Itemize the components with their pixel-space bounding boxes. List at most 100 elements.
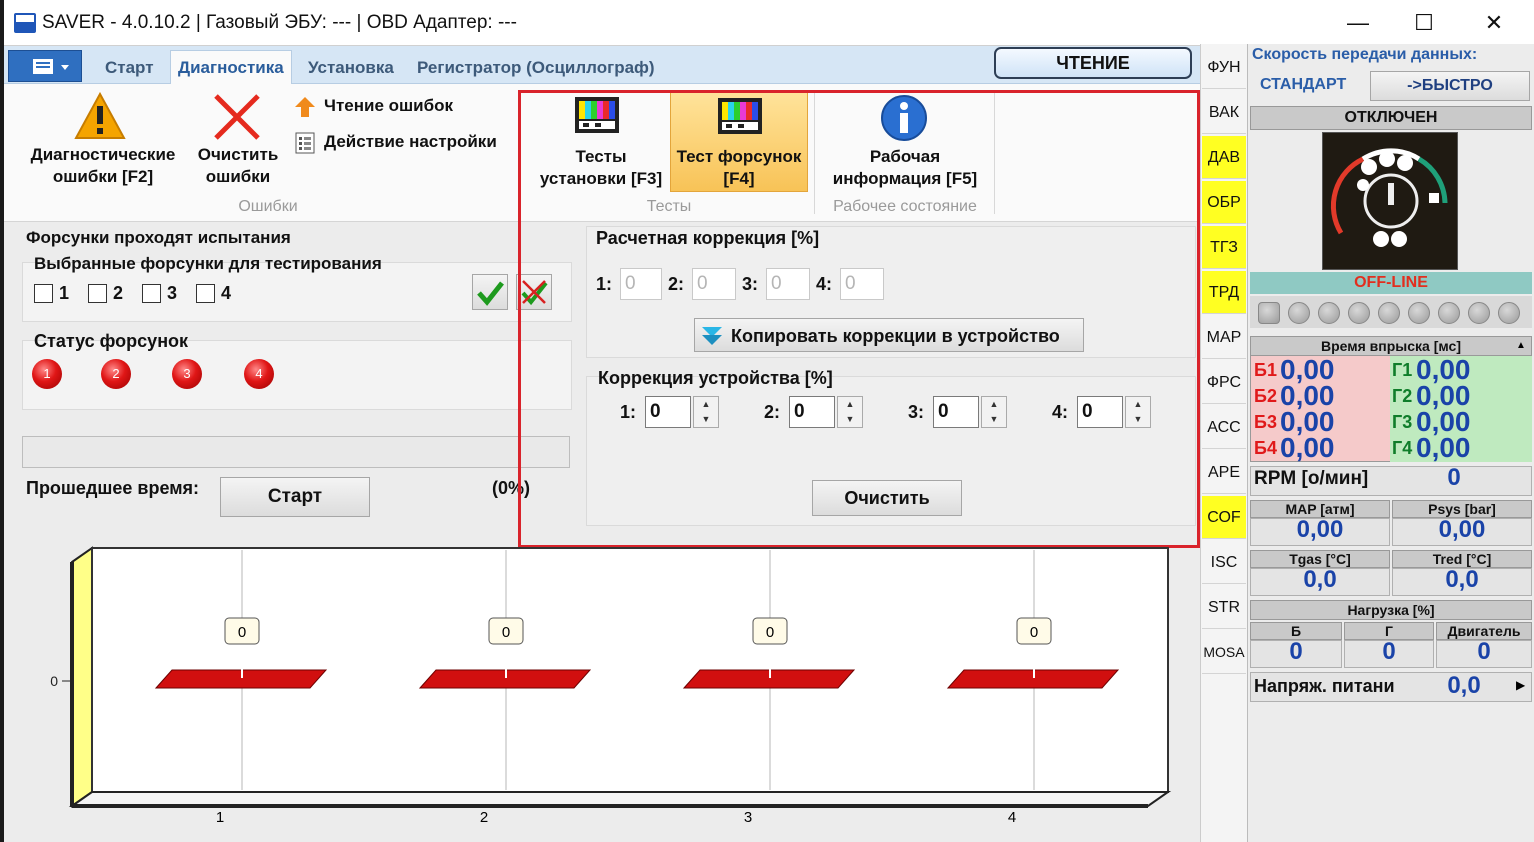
checkbox-label-2: 2: [113, 283, 124, 303]
fast-speed-button[interactable]: ->БЫСТРО: [1370, 71, 1530, 101]
diag-errors-button[interactable]: Диагностические ошибки [F2]: [18, 90, 180, 194]
gas-inj-value-4: 0,00: [1416, 432, 1471, 463]
injector-checkbox-4[interactable]: [196, 284, 215, 303]
connection-status: ОТКЛЮЧЕН: [1250, 106, 1532, 130]
map-value: 0,00: [1296, 516, 1344, 543]
checkbox-label-1: 1: [59, 283, 70, 303]
gas-inj-label-3: Г3: [1392, 412, 1413, 432]
side-tab-14[interactable]: MOSA: [1202, 631, 1246, 674]
side-tab-4[interactable]: ОБР: [1202, 181, 1246, 224]
rpm-value: 0: [1447, 464, 1461, 491]
status-indicator-2: [1288, 302, 1310, 324]
petrol-inj-label-4: Б4: [1254, 438, 1277, 458]
side-tab-7[interactable]: МАР: [1202, 316, 1246, 359]
voltage-label: Напряж. питани: [1254, 676, 1395, 696]
tred-value: 0,0: [1445, 566, 1479, 593]
load-g-value: 0: [1382, 638, 1396, 665]
status-indicator-7: [1438, 302, 1460, 324]
arrow-up-icon: [295, 97, 315, 117]
injection-time-title: Время впрыска [мс]: [1250, 336, 1532, 356]
minimize-button[interactable]: —: [1338, 10, 1378, 36]
load-b-value: 0: [1289, 638, 1303, 665]
chart-data-label-3: 0: [766, 624, 774, 641]
side-tab-12[interactable]: ISC: [1202, 541, 1246, 584]
progress-bar: [22, 436, 570, 468]
side-tab-1[interactable]: ФУН: [1202, 46, 1246, 89]
gas-inj-label-2: Г2: [1392, 386, 1413, 406]
highlight-frame: [518, 90, 1200, 548]
side-tab-11[interactable]: СОF: [1202, 496, 1246, 539]
clear-errors-label-1: Очистить: [197, 145, 279, 164]
menu-icon: [33, 59, 69, 74]
status-indicator-9: [1498, 302, 1520, 324]
read-errors-label: Чтение ошибок: [324, 96, 454, 115]
side-tab-13[interactable]: STR: [1202, 586, 1246, 629]
side-tab-10[interactable]: АРЕ: [1202, 451, 1246, 494]
petrol-inj-label-1: Б1: [1254, 360, 1277, 380]
expand-right-icon[interactable]: ▶: [1516, 678, 1525, 692]
injector-checkbox-3[interactable]: [142, 284, 161, 303]
tab-install[interactable]: Установка: [308, 58, 394, 78]
tab-start[interactable]: Старт: [105, 58, 154, 78]
checkmark-icon: [477, 281, 504, 306]
psys-value: 0,00: [1438, 516, 1486, 543]
side-tab-3[interactable]: ДАВ: [1202, 136, 1246, 179]
status-indicator-5: [1378, 302, 1400, 324]
status-indicator-3: [1318, 302, 1340, 324]
status-indicator-1: [1258, 302, 1280, 324]
speed-title: Скорость передачи данных:: [1252, 46, 1478, 63]
checkbox-label-4: 4: [221, 283, 232, 303]
elapsed-label: Прошедшее время:: [26, 478, 200, 498]
chart-data-label-4: 0: [1030, 624, 1038, 641]
gauge-icon: [1330, 148, 1448, 247]
collapse-icon[interactable]: ▲: [1516, 340, 1526, 351]
group-errors-caption: Ошибки: [238, 198, 298, 215]
warning-icon: [74, 92, 126, 139]
tab-recorder[interactable]: Регистратор (Осциллограф): [417, 58, 655, 78]
setup-action-label: Действие настройки: [324, 132, 497, 151]
chart-left-wall: [71, 546, 93, 808]
app-logo-icon: [14, 13, 36, 33]
side-tab-6[interactable]: ТРД: [1202, 271, 1246, 314]
checkbox-label-3: 3: [167, 283, 178, 303]
injector-status-led-3: 3: [172, 359, 202, 389]
y-tick-0: 0: [50, 673, 58, 689]
tgas-value: 0,0: [1303, 566, 1337, 593]
status-title: Статус форсунок: [34, 331, 189, 351]
chart-x-tick-2: 2: [480, 809, 488, 826]
gas-inj-label-4: Г4: [1392, 438, 1413, 458]
injector-status-led-2: 2: [101, 359, 131, 389]
close-button[interactable]: ✕: [1474, 10, 1514, 36]
chart-data-label-1: 0: [238, 624, 246, 641]
app-menu-button[interactable]: [8, 50, 82, 82]
side-tab-9[interactable]: АСС: [1202, 406, 1246, 449]
voltage-value: 0,0: [1447, 672, 1481, 699]
side-tab-5[interactable]: ТГЗ: [1202, 226, 1246, 269]
tab-diagnostics[interactable]: Диагностика: [178, 58, 284, 78]
select-all-button[interactable]: [472, 274, 508, 310]
side-tab-2[interactable]: ВАК: [1202, 91, 1246, 134]
status-indicator-8: [1468, 302, 1490, 324]
clear-errors-button[interactable]: Очистить ошибки: [190, 90, 286, 194]
chart-x-tick-4: 4: [1008, 809, 1016, 826]
app-window: SAVER - 4.0.10.2 | Газовый ЭБУ: --- | OB…: [4, 0, 1534, 842]
read-errors-button[interactable]: Чтение ошибок: [294, 94, 514, 120]
maximize-button[interactable]: ☐: [1404, 10, 1444, 36]
injector-status-led-4: 4: [244, 359, 274, 389]
clear-x-icon: [214, 94, 260, 140]
status-indicator-4: [1348, 302, 1370, 324]
read-button[interactable]: ЧТЕНИЕ: [994, 47, 1192, 79]
load-title: Нагрузка [%]: [1250, 600, 1532, 620]
injector-checkbox-2[interactable]: [88, 284, 107, 303]
injector-chart: 0 0 1 0 2 0 3 0 4: [50, 546, 1172, 826]
side-tab-8[interactable]: ФРС: [1202, 361, 1246, 404]
petrol-inj-value-4: 0,00: [1280, 432, 1335, 463]
start-test-button[interactable]: Старт: [220, 477, 370, 517]
chart-floor: [68, 791, 1172, 807]
setup-action-button[interactable]: Действие настройки: [294, 130, 516, 156]
chart-x-tick-3: 3: [744, 809, 752, 826]
diag-errors-label-2: ошибки [F2]: [52, 167, 154, 186]
status-gauge: [1322, 132, 1458, 270]
window-title: SAVER - 4.0.10.2 | Газовый ЭБУ: --- | OB…: [42, 12, 517, 33]
injector-checkbox-1[interactable]: [34, 284, 53, 303]
